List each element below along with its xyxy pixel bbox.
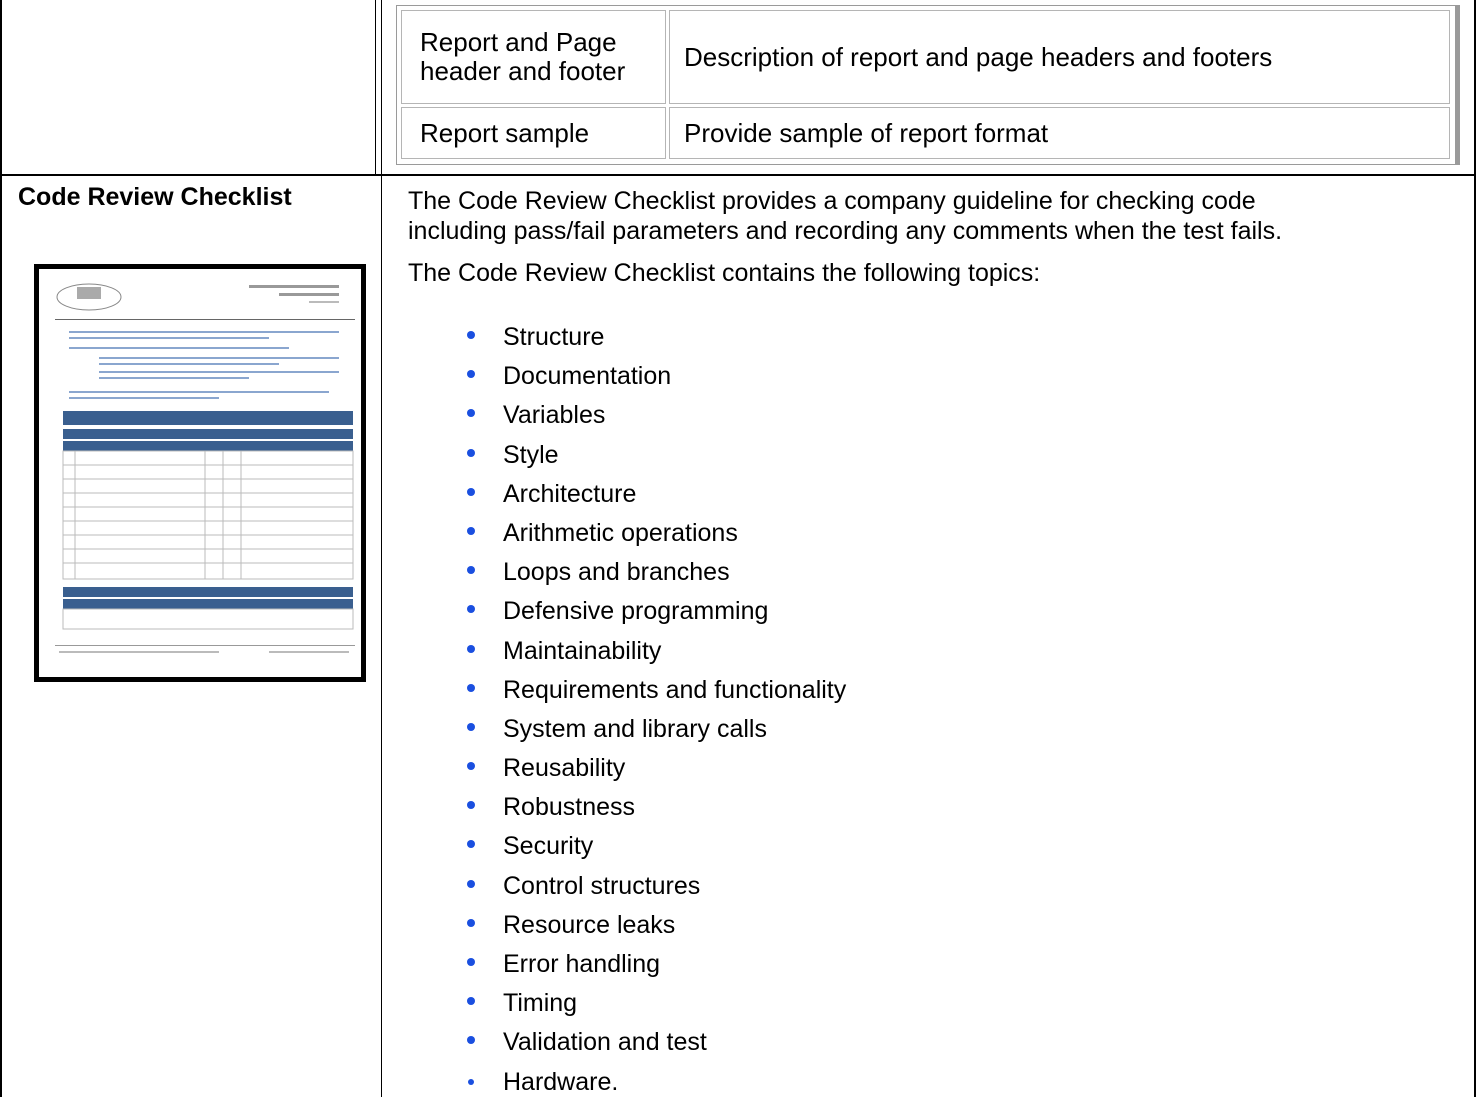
topic-label: Resource leaks — [503, 910, 676, 939]
topic-label: Requirements and functionality — [503, 675, 847, 704]
topic-item: Defensive programming — [467, 592, 846, 631]
bullet-icon — [467, 487, 475, 496]
topic-item: Reusability — [467, 749, 846, 788]
topic-label: System and library calls — [503, 714, 767, 743]
section-title: Code Review Checklist — [18, 183, 292, 211]
topic-item: Security — [467, 827, 846, 866]
topic-label: Documentation — [503, 362, 672, 391]
topic-item: System and library calls — [467, 710, 846, 749]
section-content: The Code Review Checklist provides a com… — [408, 186, 1468, 288]
bullet-icon — [467, 879, 475, 888]
intro-line-2: including pass/fail parameters and recor… — [408, 217, 1283, 245]
topic-label: Validation and test — [503, 1028, 707, 1057]
column-divider-top — [375, 0, 376, 174]
column-divider — [381, 0, 382, 1097]
bullet-icon — [467, 683, 475, 692]
bullet-icon — [467, 526, 475, 535]
row-desc-header-footer: Description of report and page headers a… — [669, 10, 1450, 104]
topic-label: Loops and branches — [503, 558, 730, 587]
topic-item: Documentation — [467, 357, 846, 396]
row-desc-report-sample: Provide sample of report format — [669, 107, 1450, 159]
topic-item: Style — [467, 436, 846, 475]
topic-item: Loops and branches — [467, 553, 846, 592]
row-label-header-footer: Report and Page header and footer — [401, 10, 666, 104]
topic-label: Maintainability — [503, 636, 662, 665]
bullet-icon — [467, 762, 475, 771]
topic-item: Control structures — [467, 867, 846, 906]
topic-label: Robustness — [503, 793, 636, 822]
bullet-icon — [467, 722, 475, 731]
bullet-icon — [467, 448, 475, 457]
topic-item: Error handling — [467, 945, 846, 984]
topic-item: Maintainability — [467, 632, 846, 671]
bullet-icon — [467, 918, 475, 927]
topic-item: Hardware. — [468, 1063, 846, 1102]
topic-label: Hardware. — [503, 1067, 619, 1096]
thumbnail-image — [39, 269, 361, 677]
topic-label: Security — [503, 832, 594, 861]
topic-item: Resource leaks — [467, 906, 846, 945]
bullet-icon — [467, 958, 475, 966]
bullet-icon — [467, 644, 475, 653]
row-divider — [0, 174, 1476, 176]
bullet-icon — [467, 331, 475, 339]
topic-label: Defensive programming — [503, 597, 769, 626]
topics-list: Structure Documentation Variables Style Arch… — [467, 318, 847, 1102]
topic-item: Structure — [467, 318, 846, 357]
topics-intro: The Code Review Checklist contains the f… — [408, 259, 1041, 287]
topic-label: Reusability — [503, 754, 626, 783]
report-format-table: Report and Page header and footer Descrip… — [396, 5, 1460, 165]
topic-label: Arithmetic operations — [503, 518, 738, 547]
topic-label: Architecture — [503, 479, 637, 508]
intro-line-1: The Code Review Checklist provides a com… — [408, 187, 1256, 215]
topic-label: Control structures — [503, 871, 701, 900]
topic-label: Error handling — [503, 950, 661, 978]
topic-item: Architecture — [467, 475, 846, 514]
topic-item: Robustness — [467, 788, 846, 827]
topic-item: Timing — [467, 984, 846, 1023]
topic-item: Requirements and functionality — [467, 671, 847, 710]
row-label-report-sample: Report sample — [401, 107, 666, 159]
topic-label: Structure — [503, 323, 605, 351]
bullet-icon — [468, 1078, 474, 1085]
topic-label: Style — [503, 440, 559, 469]
topic-item: Validation and test — [467, 1023, 846, 1062]
document-thumbnail — [34, 264, 366, 682]
topic-label: Variables — [503, 401, 606, 430]
topic-label: Timing — [503, 989, 578, 1018]
topic-item: Arithmetic operations — [467, 514, 846, 553]
topic-item: Variables — [467, 396, 846, 435]
